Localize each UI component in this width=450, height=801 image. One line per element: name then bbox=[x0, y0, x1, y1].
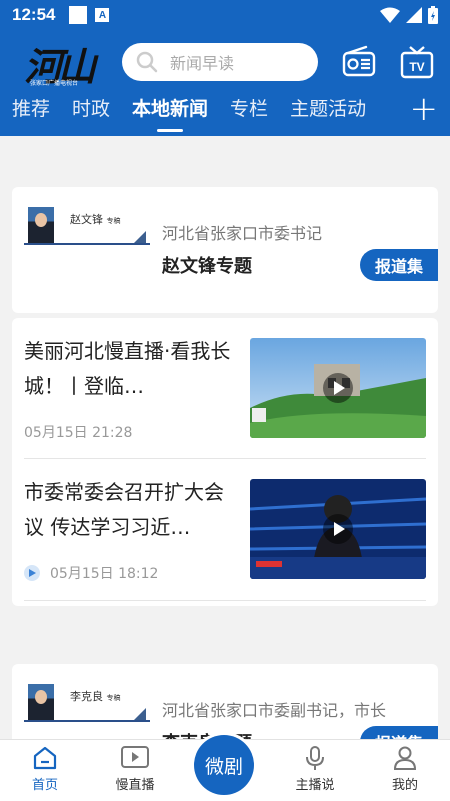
report-collection-button[interactable]: 报道集 bbox=[360, 249, 438, 281]
news-title: 美丽河北慢直播·看我长城！丨登临… bbox=[24, 339, 231, 398]
search-input[interactable]: 新闻早读 bbox=[122, 43, 318, 81]
top-bar: 12:54 A 河山 张家口广播电视台 新闻早读 TV 推荐 时政 本地新闻 专… bbox=[0, 0, 450, 136]
battery-icon bbox=[428, 6, 438, 24]
news-title: 市委常委会召开扩大会议 传达学习习近… bbox=[24, 480, 224, 539]
tab-politics[interactable]: 时政 bbox=[72, 94, 110, 136]
category-tabs: 推荐 时政 本地新闻 专栏 主题活动 + bbox=[0, 92, 450, 136]
special-title: 赵文锋专题 bbox=[162, 256, 252, 277]
nav-slow-live[interactable]: 慢直播 bbox=[90, 740, 180, 801]
portrait-image bbox=[28, 684, 54, 720]
svg-text:TV: TV bbox=[409, 60, 424, 74]
special-image: 赵文锋 专稿 bbox=[24, 207, 150, 245]
wifi-icon bbox=[380, 7, 400, 23]
news-item[interactable]: 美丽河北慢直播·看我长城！丨登临… 05月15日 21:28 bbox=[24, 318, 426, 458]
tab-local-news[interactable]: 本地新闻 bbox=[132, 94, 208, 136]
tv-icon[interactable]: TV bbox=[400, 45, 434, 79]
news-list: 美丽河北慢直播·看我长城！丨登临… 05月15日 21:28 市委常委会召开扩大… bbox=[12, 318, 438, 606]
divider bbox=[24, 600, 426, 601]
search-icon bbox=[136, 51, 158, 73]
user-icon bbox=[393, 746, 417, 770]
special-subtitle: 河北省张家口市委副书记，市长 bbox=[162, 701, 387, 720]
app-header: 河山 张家口广播电视台 新闻早读 TV bbox=[0, 30, 450, 94]
radio-icon[interactable] bbox=[342, 45, 376, 79]
keyboard-a-icon: A bbox=[95, 8, 110, 22]
app-logo: 河山 张家口广播电视台 bbox=[24, 44, 96, 89]
status-time: 12:54 bbox=[12, 5, 56, 24]
tab-theme-events[interactable]: 主题活动 bbox=[290, 94, 366, 136]
video-icon bbox=[24, 565, 40, 581]
tab-recommend[interactable]: 推荐 bbox=[12, 94, 50, 136]
notification-icon bbox=[69, 6, 88, 24]
special-subtitle: 河北省张家口市委书记 bbox=[162, 224, 323, 243]
microphone-icon bbox=[306, 746, 324, 770]
news-item[interactable]: 市委常委会召开扩大会议 传达学习习近… 05月15日 18:12 bbox=[24, 459, 426, 599]
nav-mine[interactable]: 我的 bbox=[360, 740, 450, 801]
portrait-image bbox=[28, 207, 54, 243]
add-tab-icon[interactable]: + bbox=[410, 92, 439, 126]
video-player-icon bbox=[121, 746, 149, 768]
news-time: 05月15日 18:12 bbox=[50, 566, 159, 582]
home-icon bbox=[33, 746, 57, 770]
nav-home[interactable]: 首页 bbox=[0, 740, 90, 801]
nav-anchor[interactable]: 主播说 bbox=[270, 740, 360, 801]
signal-icon bbox=[406, 7, 422, 23]
play-icon bbox=[323, 373, 353, 403]
tab-column[interactable]: 专栏 bbox=[230, 94, 268, 136]
corner-triangle-icon bbox=[134, 708, 146, 720]
search-placeholder: 新闻早读 bbox=[170, 54, 235, 73]
special-image: 李克良 专稿 bbox=[24, 684, 150, 722]
special-card[interactable]: 赵文锋 专稿 河北省张家口市委书记 赵文锋专题 报道集 bbox=[12, 187, 438, 313]
corner-triangle-icon bbox=[134, 231, 146, 243]
play-icon bbox=[323, 514, 353, 544]
news-thumbnail bbox=[250, 338, 426, 438]
micro-drama-button[interactable]: 微剧 bbox=[194, 735, 254, 795]
news-time: 05月15日 21:28 bbox=[24, 425, 133, 441]
news-thumbnail bbox=[250, 479, 426, 579]
status-bar: 12:54 A bbox=[0, 0, 450, 30]
